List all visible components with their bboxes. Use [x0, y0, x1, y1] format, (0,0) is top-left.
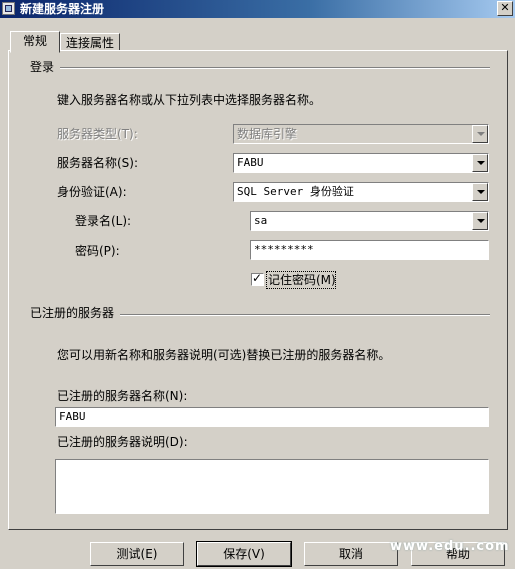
- registered-name-input[interactable]: FABU: [55, 407, 489, 427]
- login-name-select[interactable]: sa: [250, 211, 489, 231]
- app-icon: [2, 2, 15, 15]
- registered-description-label: 已注册的服务器说明(D):: [57, 435, 188, 449]
- chevron-down-icon[interactable]: [472, 212, 488, 230]
- tab-general-label: 常规: [22, 34, 47, 48]
- server-name-select[interactable]: FABU: [233, 153, 489, 173]
- server-name-label: 服务器名称(S):: [57, 156, 139, 170]
- registered-group-divider: [120, 314, 490, 316]
- registered-description-textarea[interactable]: [55, 459, 489, 514]
- password-input[interactable]: *********: [250, 240, 489, 260]
- registered-group-title: 已注册的服务器: [30, 306, 121, 320]
- server-name-value: FABU: [237, 156, 264, 169]
- login-instruction: 键入服务器名称或从下拉列表中选择服务器名称。: [57, 93, 322, 107]
- remember-password-checkbox[interactable]: ✓: [251, 271, 264, 286]
- server-type-value: 数据库引擎: [237, 127, 298, 141]
- server-type-select: 数据库引擎: [233, 124, 489, 144]
- chevron-down-icon[interactable]: [472, 154, 488, 172]
- cancel-button[interactable]: 取消: [304, 542, 398, 566]
- title-bar: 新建服务器注册 ✕: [0, 0, 515, 18]
- window-title: 新建服务器注册: [20, 2, 105, 16]
- test-button[interactable]: 测试(E): [90, 542, 184, 566]
- remember-password-label[interactable]: 记住密码(M): [268, 272, 336, 288]
- password-label: 密码(P):: [75, 244, 120, 258]
- tab-connection-properties-label: 连接属性: [65, 36, 114, 50]
- checkmark-icon: ✓: [252, 271, 263, 285]
- registered-instruction: 您可以用新名称和服务器说明(可选)替换已注册的服务器名称。: [57, 348, 391, 362]
- authentication-label: 身份验证(A):: [57, 185, 127, 199]
- chevron-down-icon: [472, 125, 488, 143]
- close-icon[interactable]: ✕: [497, 1, 513, 16]
- login-group-title: 登录: [30, 60, 61, 74]
- authentication-value: SQL Server 身份验证: [237, 185, 354, 198]
- password-value: *********: [254, 243, 314, 256]
- login-group-divider: [60, 67, 490, 69]
- tab-general[interactable]: 常规: [10, 31, 60, 53]
- registered-name-label: 已注册的服务器名称(N):: [57, 389, 188, 403]
- chevron-down-icon[interactable]: [472, 183, 488, 201]
- watermark: www.edu..com: [390, 539, 510, 554]
- login-name-label: 登录名(L):: [75, 214, 132, 228]
- server-type-label: 服务器类型(T):: [57, 127, 138, 141]
- save-button[interactable]: 保存(V): [196, 541, 292, 567]
- registered-name-value: FABU: [59, 410, 86, 423]
- login-name-value: sa: [254, 214, 268, 227]
- authentication-select[interactable]: SQL Server 身份验证: [233, 182, 489, 202]
- tab-panel-general: [8, 50, 508, 530]
